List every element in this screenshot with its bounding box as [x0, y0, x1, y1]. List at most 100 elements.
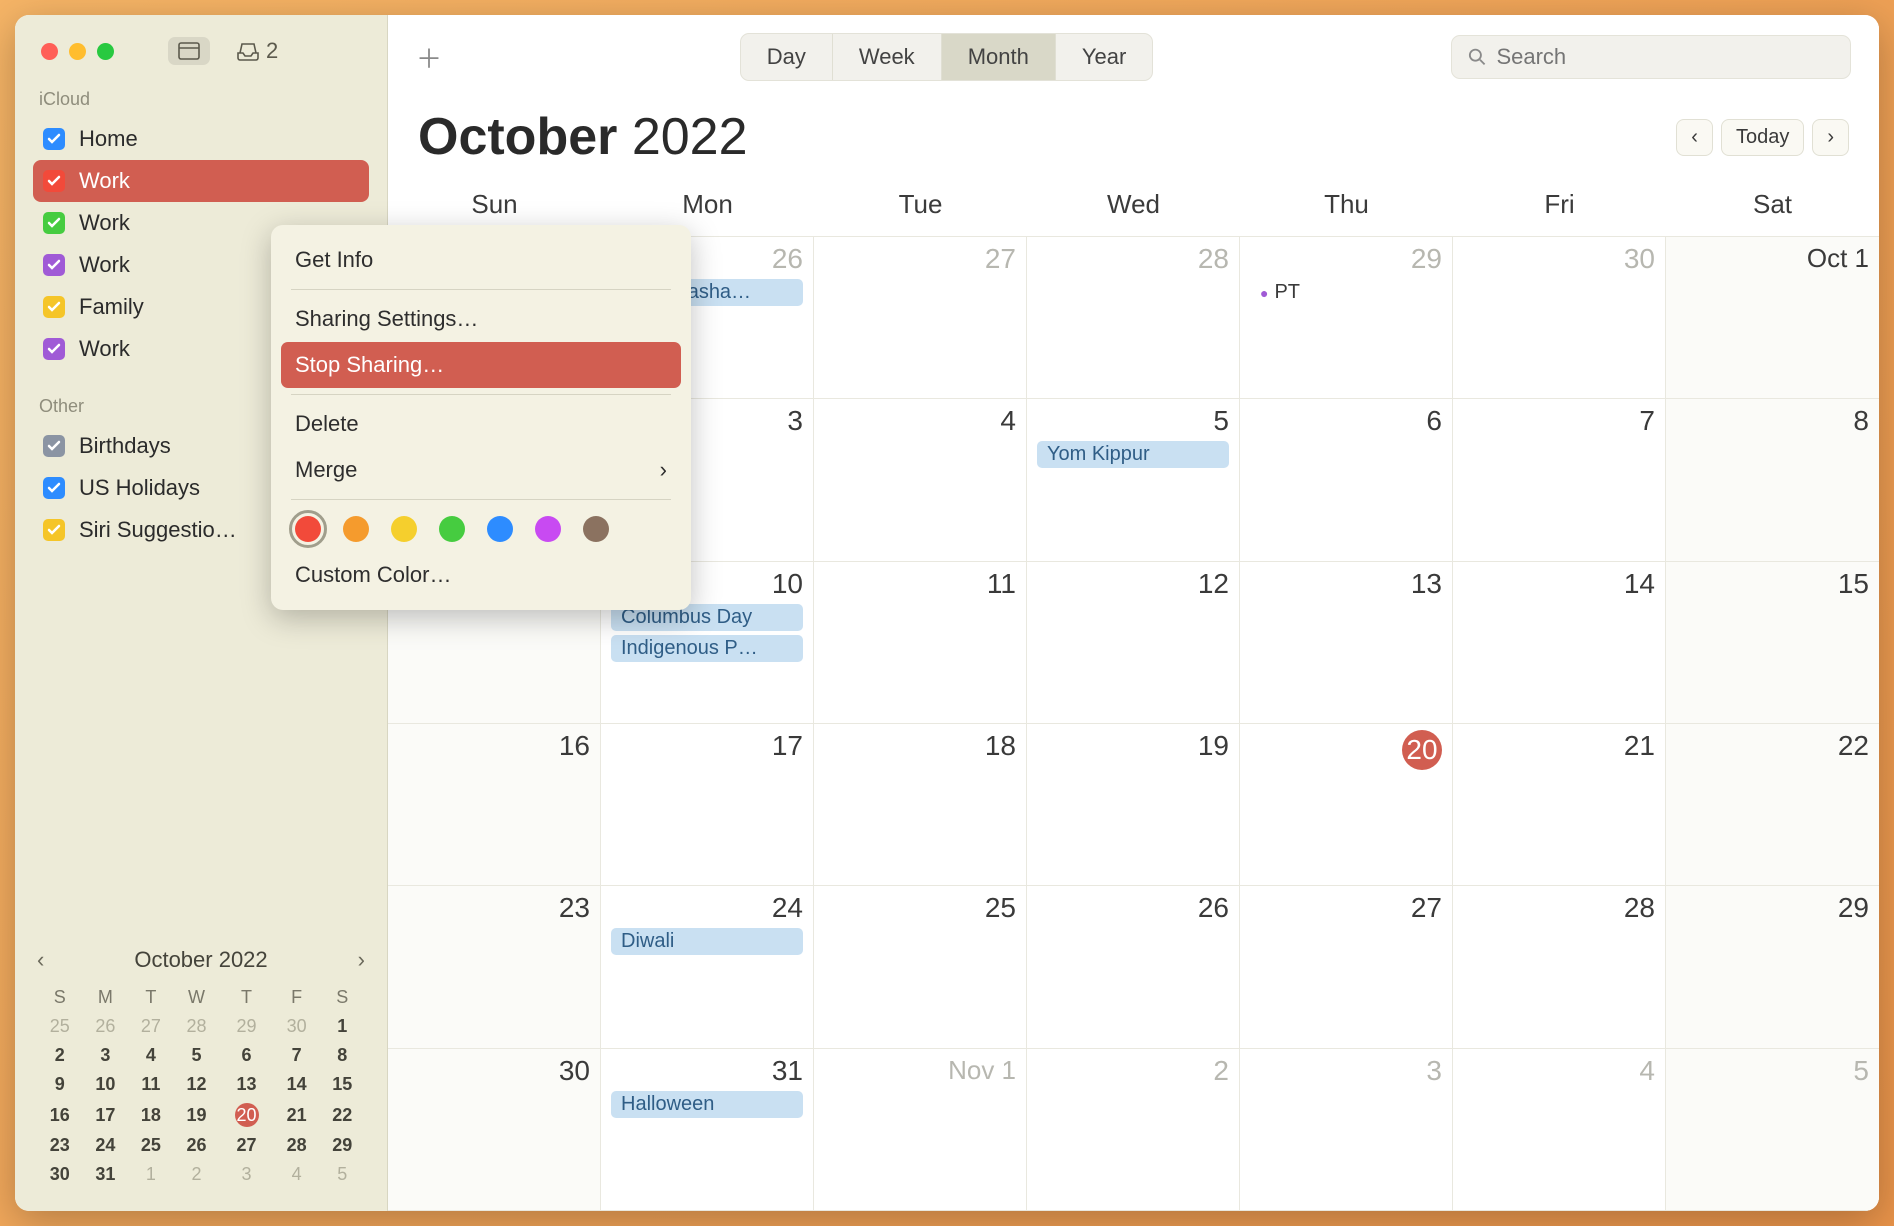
day-cell[interactable]: 29PT [1240, 237, 1453, 399]
mini-day[interactable]: 13 [219, 1070, 274, 1099]
day-cell[interactable]: 8 [1666, 399, 1879, 561]
mini-day[interactable]: 4 [128, 1041, 174, 1070]
day-cell[interactable]: 15 [1666, 562, 1879, 724]
view-month[interactable]: Month [942, 34, 1056, 80]
calendar-checkbox[interactable] [43, 296, 65, 318]
mini-day[interactable]: 3 [83, 1041, 129, 1070]
mini-day[interactable]: 2 [174, 1160, 220, 1189]
ctx-stop-sharing[interactable]: Stop Sharing… [281, 342, 681, 388]
day-cell[interactable]: 4 [814, 399, 1027, 561]
mini-day[interactable]: 1 [128, 1160, 174, 1189]
calendar-item[interactable]: Home [33, 118, 369, 160]
day-cell[interactable]: 28 [1027, 237, 1240, 399]
close-button[interactable] [41, 43, 58, 60]
day-cell[interactable]: 17 [601, 724, 814, 886]
mini-day[interactable]: 25 [128, 1131, 174, 1160]
mini-day[interactable]: 26 [83, 1012, 129, 1041]
day-cell[interactable]: 29 [1666, 886, 1879, 1048]
mini-day[interactable]: 5 [174, 1041, 220, 1070]
day-cell[interactable]: Oct 1 [1666, 237, 1879, 399]
mini-day[interactable]: 16 [37, 1099, 83, 1131]
mini-day[interactable]: 29 [219, 1012, 274, 1041]
day-cell[interactable]: 19 [1027, 724, 1240, 886]
event-pill[interactable]: Diwali [611, 928, 803, 955]
calendar-checkbox[interactable] [43, 477, 65, 499]
calendar-item[interactable]: Work [33, 160, 369, 202]
ctx-sharing-settings[interactable]: Sharing Settings… [281, 296, 681, 342]
mini-day[interactable]: 27 [219, 1131, 274, 1160]
day-cell[interactable]: 7 [1453, 399, 1666, 561]
day-cell[interactable]: 27 [1240, 886, 1453, 1048]
fullscreen-button[interactable] [97, 43, 114, 60]
day-cell[interactable]: 24Diwali [601, 886, 814, 1048]
mini-day[interactable]: 8 [319, 1041, 365, 1070]
minimize-button[interactable] [69, 43, 86, 60]
prev-month-button[interactable]: ‹ [1676, 119, 1713, 156]
event-pill[interactable]: Yom Kippur [1037, 441, 1229, 468]
mini-day[interactable]: 12 [174, 1070, 220, 1099]
mini-day[interactable]: 14 [274, 1070, 320, 1099]
day-cell[interactable]: 21 [1453, 724, 1666, 886]
color-swatch[interactable] [487, 516, 513, 542]
day-cell[interactable]: 14 [1453, 562, 1666, 724]
day-cell[interactable]: Nov 1 [814, 1049, 1027, 1211]
mini-day[interactable]: 27 [128, 1012, 174, 1041]
calendar-checkbox[interactable] [43, 338, 65, 360]
mini-day[interactable]: 28 [274, 1131, 320, 1160]
day-cell[interactable]: 18 [814, 724, 1027, 886]
day-cell[interactable]: 4 [1453, 1049, 1666, 1211]
mini-day[interactable]: 23 [37, 1131, 83, 1160]
mini-day[interactable]: 6 [219, 1041, 274, 1070]
mini-day[interactable]: 11 [128, 1070, 174, 1099]
view-year[interactable]: Year [1056, 34, 1152, 80]
mini-day[interactable]: 5 [319, 1160, 365, 1189]
ctx-custom-color[interactable]: Custom Color… [281, 552, 681, 598]
mini-day[interactable]: 30 [274, 1012, 320, 1041]
mini-day[interactable]: 21 [274, 1099, 320, 1131]
next-month-button[interactable]: › [1812, 119, 1849, 156]
mini-day[interactable]: 19 [174, 1099, 220, 1131]
add-event-button[interactable]: ＋ [416, 39, 442, 76]
color-swatch[interactable] [439, 516, 465, 542]
mini-day[interactable]: 18 [128, 1099, 174, 1131]
view-day[interactable]: Day [741, 34, 833, 80]
day-cell[interactable]: 23 [388, 886, 601, 1048]
day-cell[interactable]: 12 [1027, 562, 1240, 724]
event-dot[interactable]: PT [1250, 279, 1442, 306]
mini-day[interactable]: 2 [37, 1041, 83, 1070]
day-cell[interactable]: 13 [1240, 562, 1453, 724]
mini-day[interactable]: 17 [83, 1099, 129, 1131]
calendar-checkbox[interactable] [43, 212, 65, 234]
ctx-merge[interactable]: Merge› [281, 447, 681, 493]
today-button[interactable]: Today [1721, 119, 1804, 156]
calendar-checkbox[interactable] [43, 128, 65, 150]
search-field[interactable] [1451, 35, 1851, 79]
day-cell[interactable]: 22 [1666, 724, 1879, 886]
day-cell[interactable]: 5Yom Kippur [1027, 399, 1240, 561]
mini-day[interactable]: 30 [37, 1160, 83, 1189]
inbox-button[interactable]: 2 [236, 38, 278, 64]
mini-day[interactable]: 29 [319, 1131, 365, 1160]
day-cell[interactable]: 27 [814, 237, 1027, 399]
calendar-checkbox[interactable] [43, 170, 65, 192]
day-cell[interactable]: 20 [1240, 724, 1453, 886]
color-swatch[interactable] [343, 516, 369, 542]
mini-day[interactable]: 3 [219, 1160, 274, 1189]
day-cell[interactable]: 28 [1453, 886, 1666, 1048]
ctx-get-info[interactable]: Get Info [281, 237, 681, 283]
day-cell[interactable]: 5 [1666, 1049, 1879, 1211]
day-cell[interactable]: 16 [388, 724, 601, 886]
mini-next-button[interactable]: › [358, 947, 365, 973]
day-cell[interactable]: 30 [1453, 237, 1666, 399]
mini-day[interactable]: 31 [83, 1160, 129, 1189]
search-input[interactable] [1496, 44, 1834, 70]
mini-day[interactable]: 24 [83, 1131, 129, 1160]
view-week[interactable]: Week [833, 34, 942, 80]
mini-day[interactable]: 20 [219, 1099, 274, 1131]
color-swatch[interactable] [583, 516, 609, 542]
day-cell[interactable]: 3 [1240, 1049, 1453, 1211]
ctx-delete[interactable]: Delete [281, 401, 681, 447]
event-pill[interactable]: Halloween [611, 1091, 803, 1118]
color-swatch[interactable] [295, 516, 321, 542]
color-swatch[interactable] [391, 516, 417, 542]
